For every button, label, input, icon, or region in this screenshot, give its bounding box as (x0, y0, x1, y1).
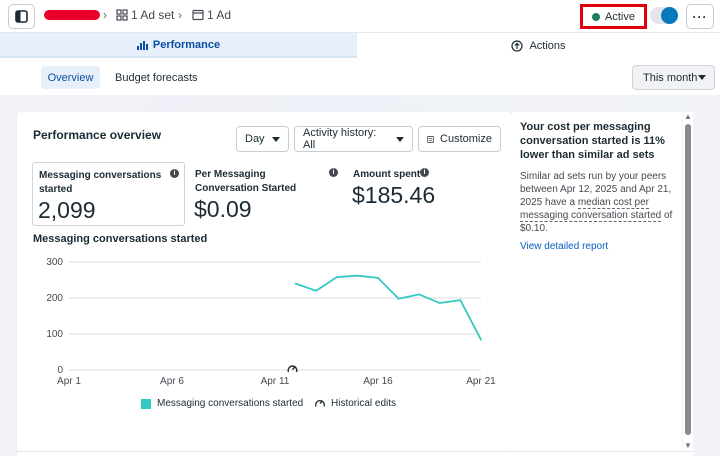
data-point (397, 297, 400, 300)
y-tick-label: 300 (46, 257, 63, 268)
data-point (418, 293, 421, 296)
subtab-budget-label: Budget forecasts (115, 72, 198, 84)
historical-edits-icon (315, 399, 325, 407)
legend-edits-label: Historical edits (331, 398, 397, 409)
view-detailed-report-link[interactable]: View detailed report (520, 241, 674, 252)
breadcrumb-ad-set[interactable]: 1 Ad set (116, 8, 174, 22)
marker-needle (292, 366, 296, 370)
series-line (295, 274, 482, 341)
scroll-down-arrow-icon[interactable]: ▼ (684, 441, 692, 450)
x-tick-label: Apr 21 (466, 376, 496, 387)
insight-panel: Your cost per messaging conversation sta… (512, 112, 682, 452)
breadcrumb-ad-label: 1 Ad (207, 8, 232, 22)
breadcrumb-ad-set-label: 1 Ad set (131, 8, 175, 22)
y-tick-label: 200 (46, 293, 63, 304)
data-point (356, 274, 359, 277)
date-range-label: This month (643, 71, 698, 84)
data-point (315, 289, 318, 292)
status-badge[interactable]: Active (580, 4, 647, 29)
data-point (294, 282, 297, 285)
subtab-overview-label: Overview (47, 71, 94, 84)
caret-down-icon (698, 75, 706, 80)
scrollbar[interactable]: ▲ ▼ (683, 112, 693, 452)
breadcrumb-ad[interactable]: 1 Ad (192, 8, 231, 22)
chart-legend-series[interactable]: Messaging conversations started (141, 398, 303, 409)
historical-edit-marker-icon (287, 365, 298, 373)
subtab-row: Overview Budget forecasts This month (0, 58, 720, 95)
x-tick-label: Apr 16 (363, 376, 393, 387)
subtab-budget-forecasts[interactable]: Budget forecasts (115, 72, 198, 84)
scroll-up-arrow-icon[interactable]: ▲ (684, 112, 692, 121)
campaign-name-redacted[interactable] (44, 10, 100, 20)
insight-body: Similar ad sets run by your peers betwee… (520, 170, 674, 235)
status-label: Active (605, 10, 635, 23)
sidebar-toggle-button[interactable] (8, 4, 35, 29)
line-chart: 0 100 200 300 Apr 1 Apr 6 Apr 11 Apr 16 Apr 21 (46, 257, 496, 387)
top-bar: › 1 Ad set › 1 Ad Active ··· (0, 0, 720, 33)
scrollbar-thumb[interactable] (685, 124, 691, 435)
performance-overview-card: Performance overview Day Activity histor… (17, 112, 512, 452)
main-tabs: Performance Actions (0, 33, 720, 58)
bar-chart-icon (136, 40, 148, 50)
more-icon: ··· (692, 9, 708, 24)
tab-performance-label: Performance (152, 38, 221, 51)
data-point (377, 276, 379, 279)
next-card-edge (17, 451, 693, 456)
tab-actions[interactable]: Actions (357, 33, 720, 58)
active-toggle[interactable] (650, 7, 678, 24)
x-tick-label: Apr 6 (160, 376, 184, 387)
more-options-button[interactable]: ··· (686, 4, 714, 29)
insight-heading: Your cost per messaging conversation sta… (520, 121, 665, 161)
y-tick-label: 100 (46, 329, 63, 340)
toggle-knob (661, 7, 678, 24)
data-point (459, 299, 462, 302)
active-status-dot-icon (592, 12, 601, 21)
legend-series-label: Messaging conversations started (157, 398, 304, 409)
x-tick-label: Apr 1 (57, 376, 81, 387)
actions-arrow-up-icon (511, 39, 524, 52)
date-range-dropdown[interactable]: This month (632, 65, 715, 90)
subtab-overview[interactable]: Overview (41, 66, 100, 89)
data-point (480, 338, 482, 341)
x-tick-label: Apr 11 (261, 376, 290, 387)
data-point (438, 302, 441, 304)
y-tick-label: 0 (57, 365, 63, 376)
data-point (335, 276, 338, 279)
chevron-right-icon: › (103, 8, 107, 22)
legend-swatch (141, 398, 151, 409)
ad-icon (192, 9, 204, 21)
tab-actions-label: Actions (529, 39, 566, 52)
tab-performance[interactable]: Performance (0, 33, 357, 58)
ad-set-grid-icon (116, 9, 128, 21)
sidebar-panel-icon (15, 10, 28, 23)
chevron-right-icon: › (178, 8, 182, 22)
chart-legend-edits[interactable]: Historical edits (314, 398, 396, 409)
